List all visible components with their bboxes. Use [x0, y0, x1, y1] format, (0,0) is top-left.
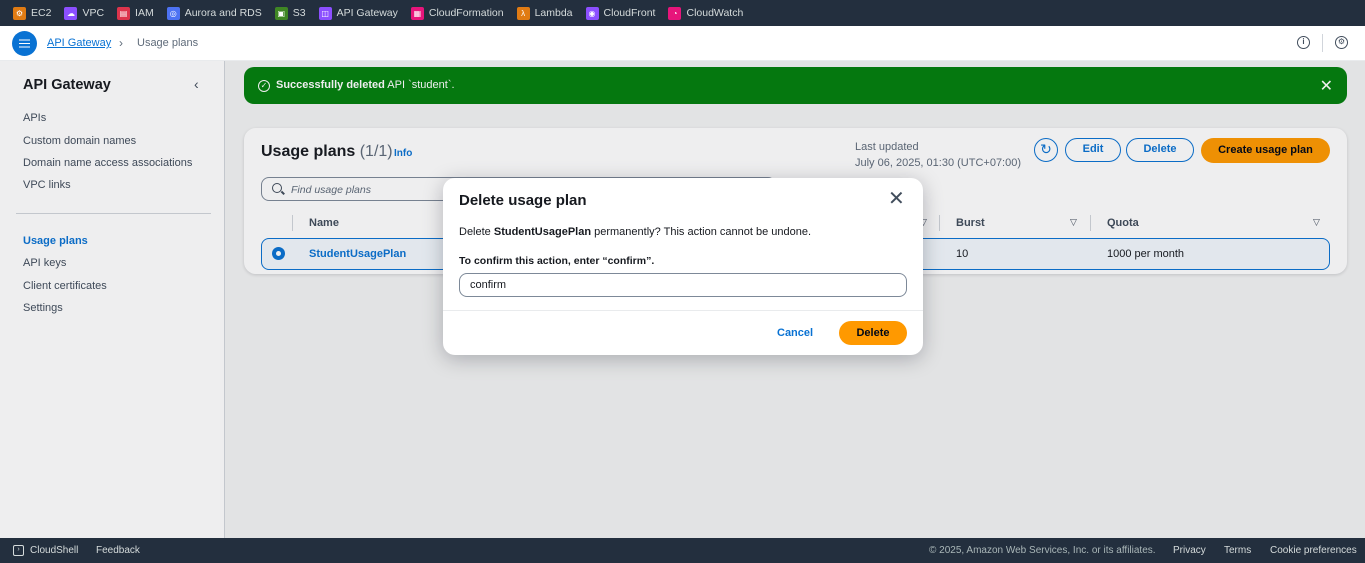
service-cloudformation[interactable]: ▦ CloudFormation [410, 6, 504, 20]
copyright-text: © 2025, Amazon Web Services, Inc. or its… [929, 545, 1156, 556]
vpc-icon: ☁ [64, 6, 78, 20]
service-s3[interactable]: ▣ S3 [274, 6, 306, 20]
cancel-button[interactable]: Cancel [777, 327, 813, 339]
rds-icon: ◎ [166, 6, 180, 20]
s3-icon: ▣ [274, 6, 288, 20]
privacy-link[interactable]: Privacy [1173, 545, 1206, 556]
header-divider [1322, 34, 1323, 52]
service-cloudwatch[interactable]: ◔ CloudWatch [668, 6, 743, 20]
confirm-input[interactable] [459, 273, 907, 297]
modal-title: Delete usage plan [459, 192, 587, 209]
cloudformation-icon: ▦ [410, 6, 424, 20]
api-gateway-icon: ◫ [318, 6, 332, 20]
lambda-icon: λ [516, 6, 530, 20]
service-vpc[interactable]: ☁ VPC [64, 6, 104, 20]
menu-button[interactable] [12, 31, 37, 56]
cloudwatch-icon: ◔ [668, 6, 682, 20]
confirm-label: To confirm this action, enter “confirm”. [459, 255, 655, 267]
settings-icon[interactable]: ⚙ [1335, 36, 1348, 49]
console-footer: › CloudShell Feedback © 2025, Amazon Web… [0, 538, 1365, 563]
info-icon[interactable]: i [1297, 36, 1310, 49]
delete-usage-plan-modal: Delete usage plan ✕ Delete StudentUsageP… [443, 178, 923, 355]
cookie-preferences-link[interactable]: Cookie preferences [1270, 545, 1357, 556]
breadcrumb-current: Usage plans [137, 37, 199, 49]
cloudfront-icon: ◉ [585, 6, 599, 20]
service-api-gateway[interactable]: ◫ API Gateway [318, 6, 398, 20]
service-lambda[interactable]: λ Lambda [516, 6, 573, 20]
service-rds[interactable]: ◎ Aurora and RDS [166, 6, 262, 20]
service-cloudfront[interactable]: ◉ CloudFront [585, 6, 655, 20]
service-iam[interactable]: ▤ IAM [117, 6, 154, 20]
ec2-icon: ⚙ [13, 6, 26, 20]
confirm-delete-button[interactable]: Delete [839, 321, 907, 345]
console-header: API Gateway › Usage plans i ⚙ [0, 26, 1365, 61]
service-ec2[interactable]: ⚙ EC2 [13, 6, 51, 20]
services-bar: ⚙ EC2 ☁ VPC ▤ IAM ◎ Aurora and RDS ▣ S3 ◫ API … [0, 0, 1365, 26]
feedback-link[interactable]: Feedback [96, 545, 140, 556]
breadcrumb-api-gateway[interactable]: API Gateway [47, 37, 111, 49]
cloudshell-link[interactable]: CloudShell [30, 545, 78, 556]
modal-divider [443, 310, 923, 311]
cloudshell-icon: › [13, 545, 24, 556]
terms-link[interactable]: Terms [1224, 545, 1251, 556]
modal-message: Delete StudentUsagePlan permanently? Thi… [459, 226, 811, 238]
hamburger-icon [19, 42, 30, 45]
close-icon[interactable]: ✕ [888, 189, 905, 209]
iam-icon: ▤ [117, 6, 131, 20]
chevron-right-icon: › [119, 36, 123, 50]
